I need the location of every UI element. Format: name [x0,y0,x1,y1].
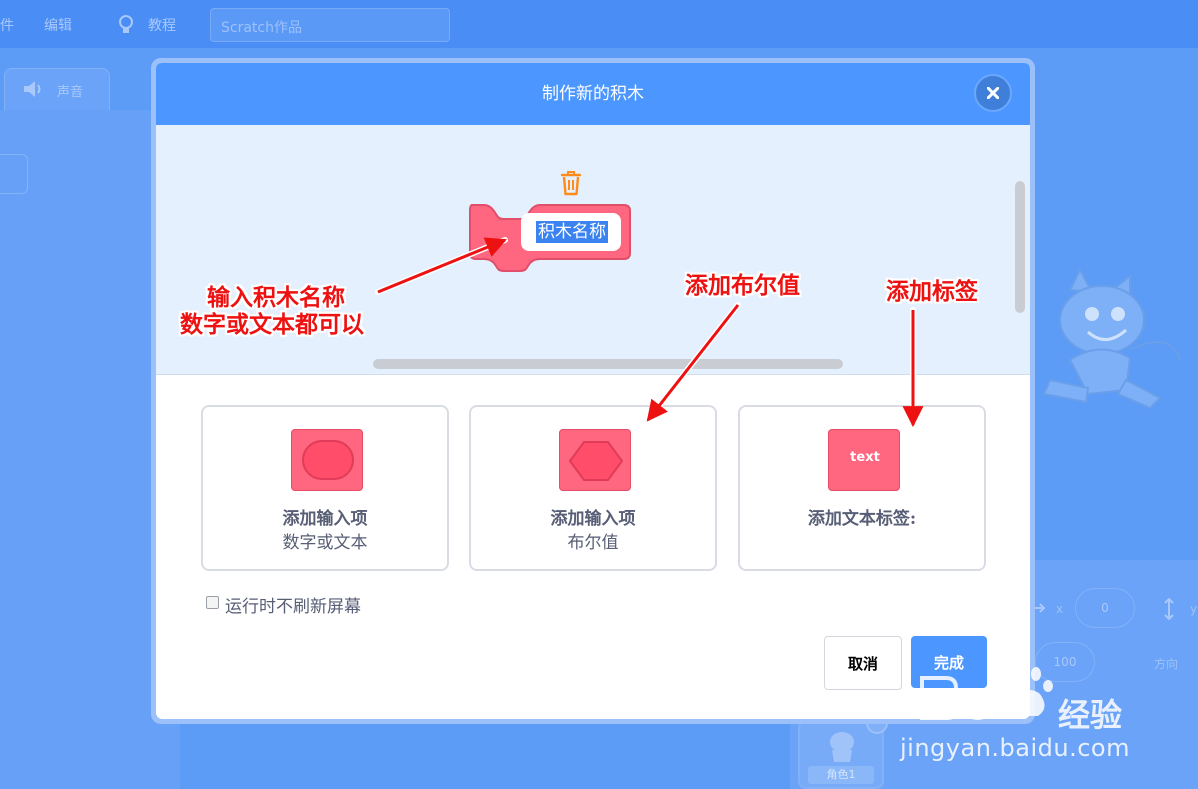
option-title: 添加输入项 [282,509,368,529]
sprite-cat-icon [830,732,854,762]
menu-tutorials[interactable]: 教程 [148,15,176,35]
watermark-url: jingyan.baidu.com [900,734,1130,762]
trash-icon[interactable] [559,170,583,196]
tab-sounds-label: 声音 [57,85,84,100]
speaker-icon [24,81,41,97]
horizontal-scrollbar[interactable] [373,359,843,369]
sprite-y-label: y [1190,602,1198,616]
sprite-x-input[interactable]: 0 [1075,588,1135,628]
sprite-name-label: 角色1 [808,766,874,784]
add-label-text-button[interactable]: text 添加文本标签: [738,405,986,571]
menu-file[interactable]: 件 [0,15,14,35]
menu-edit[interactable]: 编辑 [44,15,72,35]
close-icon [987,87,999,99]
lightbulb-icon [119,15,133,33]
close-button[interactable] [974,74,1012,112]
vertical-scrollbar[interactable] [1015,181,1025,313]
annotation-label: 添加标签 [886,278,978,305]
dialog-header: 制作新的积木 [156,63,1030,125]
round-slot-shape [302,440,354,480]
make-block-dialog: 制作新的积木 积木名称 添加输入项 数字或文本 添加输入项 布尔值 text 添… [156,63,1030,719]
watermark-brand: 经验 [1058,696,1123,734]
direction-label: 方向 [1154,657,1179,671]
block-name-text: 积木名称 [536,221,608,243]
scratch-cat-sprite [1042,270,1181,410]
menu-bar [0,0,1198,48]
tab-sounds[interactable]: 声音 [4,68,110,110]
hexagon-input-icon [559,429,631,491]
annotation-block-name-hint: 数字或文本都可以 [180,311,364,338]
add-boolean-input-button[interactable]: 添加输入项 布尔值 [469,405,717,571]
run-without-refresh-checkbox[interactable] [206,596,219,609]
hexagon-slot-shape [568,441,624,481]
project-title-input[interactable]: Scratch作品 [210,8,450,42]
add-number-text-input-button[interactable]: 添加输入项 数字或文本 [201,405,449,571]
option-subtitle: 布尔值 [567,533,619,553]
run-without-refresh-label: 运行时不刷新屏幕 [225,597,361,617]
option-title: 添加文本标签: [807,509,917,529]
round-input-icon [291,429,363,491]
palette-category-button[interactable] [0,154,28,194]
annotation-boolean: 添加布尔值 [685,272,800,299]
text-label-icon: text [828,429,900,491]
option-subtitle: 数字或文本 [282,533,368,553]
text-label-glyph: text [850,450,880,465]
cancel-button[interactable]: 取消 [824,636,902,690]
sprite-x-label: x [1056,602,1064,616]
arrow-updown-icon [1164,598,1174,620]
option-title: 添加输入项 [550,509,636,529]
dialog-title: 制作新的积木 [542,84,644,104]
